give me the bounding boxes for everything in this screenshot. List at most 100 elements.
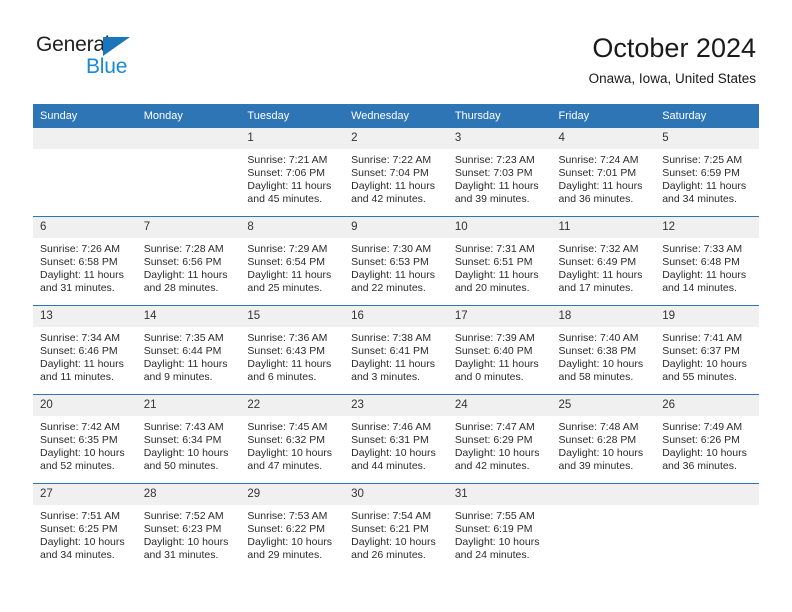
- day-detail-daylight1: Daylight: 10 hours: [40, 447, 125, 460]
- day-cell[interactable]: 13 Sunrise: 7:34 AM Sunset: 6:46 PM Dayligh…: [33, 306, 137, 394]
- day-number: 30: [344, 484, 448, 505]
- day-cell[interactable]: 29 Sunrise: 7:53 AM Sunset: 6:22 PM Dayligh…: [240, 484, 345, 572]
- day-details: Sunrise: 7:31 AM Sunset: 6:51 PM Daylight:…: [448, 238, 552, 295]
- day-cell[interactable]: 8 Sunrise: 7:29 AM Sunset: 6:54 PM Daylight…: [240, 217, 345, 305]
- day-cell[interactable]: 14 Sunrise: 7:35 AM Sunset: 6:44 PM Dayligh…: [136, 306, 241, 394]
- day-detail-daylight1: Daylight: 11 hours: [662, 180, 747, 193]
- day-detail-daylight1: Daylight: 11 hours: [454, 180, 539, 193]
- calendar-cell: 8 Sunrise: 7:29 AM Sunset: 6:54 PM Daylight…: [240, 216, 345, 306]
- day-detail-sunset: Sunset: 6:23 PM: [143, 523, 222, 536]
- day-cell[interactable]: 4 Sunrise: 7:24 AM Sunset: 7:01 PM Daylight…: [551, 128, 656, 216]
- day-cell[interactable]: 15 Sunrise: 7:36 AM Sunset: 6:43 PM Dayligh…: [240, 306, 345, 394]
- day-detail-sunset: Sunset: 6:25 PM: [40, 523, 118, 536]
- day-detail-daylight1: Daylight: 10 hours: [454, 447, 540, 460]
- calendar-cell: 23 Sunrise: 7:46 AM Sunset: 6:31 PM Dayligh…: [344, 394, 448, 484]
- day-cell[interactable]: 2 Sunrise: 7:22 AM Sunset: 7:04 PM Daylight…: [344, 128, 448, 216]
- calendar-week-row: 1 Sunrise: 7:21 AM Sunset: 7:06 PM Daylight…: [33, 128, 759, 217]
- calendar-cell: 12 Sunrise: 7:33 AM Sunset: 6:48 PM Dayligh…: [655, 216, 759, 306]
- calendar-cell: 20 Sunrise: 7:42 AM Sunset: 6:35 PM Dayligh…: [33, 394, 137, 484]
- day-details: Sunrise: 7:52 AM Sunset: 6:23 PM Daylight:…: [137, 505, 241, 562]
- weekday-header-wednesday: Wednesday: [344, 104, 448, 128]
- day-detail-daylight2: and 17 minutes.: [558, 282, 634, 295]
- day-cell[interactable]: 21 Sunrise: 7:43 AM Sunset: 6:34 PM Dayligh…: [136, 395, 241, 483]
- calendar-cell: 30 Sunrise: 7:54 AM Sunset: 6:21 PM Dayligh…: [344, 483, 448, 572]
- day-cell[interactable]: 16 Sunrise: 7:38 AM Sunset: 6:41 PM Dayligh…: [344, 306, 448, 394]
- day-detail-sunset: Sunset: 6:44 PM: [143, 345, 222, 358]
- day-detail-daylight1: Daylight: 10 hours: [40, 536, 125, 549]
- calendar-cell: 25 Sunrise: 7:48 AM Sunset: 6:28 PM Dayligh…: [551, 394, 656, 484]
- day-number: 11: [551, 217, 656, 238]
- day-cell[interactable]: 1 Sunrise: 7:21 AM Sunset: 7:06 PM Daylight…: [240, 128, 345, 216]
- day-detail-sunrise: Sunrise: 7:28 AM: [143, 243, 224, 255]
- calendar-cell: 21 Sunrise: 7:43 AM Sunset: 6:34 PM Dayligh…: [136, 394, 241, 484]
- day-detail-sunrise: Sunrise: 7:33 AM: [662, 243, 743, 255]
- day-detail-sunset: Sunset: 6:35 PM: [40, 434, 118, 447]
- calendar-cell: [33, 128, 137, 217]
- calendar-cell: 11 Sunrise: 7:32 AM Sunset: 6:49 PM Dayligh…: [551, 216, 656, 306]
- day-detail-daylight1: Daylight: 11 hours: [40, 269, 124, 282]
- day-detail-daylight1: Daylight: 10 hours: [351, 536, 436, 549]
- day-detail-daylight1: Daylight: 11 hours: [351, 269, 435, 282]
- day-cell[interactable]: 28 Sunrise: 7:52 AM Sunset: 6:23 PM Dayligh…: [136, 484, 241, 572]
- day-detail-daylight1: Daylight: 11 hours: [454, 269, 539, 282]
- day-detail-daylight1: Daylight: 11 hours: [558, 180, 643, 193]
- day-details: Sunrise: 7:51 AM Sunset: 6:25 PM Daylight:…: [33, 505, 137, 562]
- calendar-cell: [655, 483, 759, 572]
- weekday-header-saturday: Saturday: [655, 104, 759, 128]
- day-detail-sunrise: Sunrise: 7:23 AM: [454, 154, 535, 166]
- logo-text-general: General: [36, 33, 110, 56]
- logo-triangle-icon: [103, 37, 130, 56]
- calendar-cell: 10 Sunrise: 7:31 AM Sunset: 6:51 PM Dayligh…: [447, 216, 552, 306]
- day-detail-sunrise: Sunrise: 7:29 AM: [247, 243, 328, 255]
- day-detail-sunrise: Sunrise: 7:51 AM: [40, 510, 120, 522]
- day-cell[interactable]: 6 Sunrise: 7:26 AM Sunset: 6:58 PM Daylight…: [33, 217, 137, 305]
- calendar-cell: 4 Sunrise: 7:24 AM Sunset: 7:01 PM Daylight…: [551, 128, 656, 217]
- day-detail-daylight2: and 0 minutes.: [454, 371, 524, 384]
- day-detail-sunset: Sunset: 6:31 PM: [351, 434, 429, 447]
- day-cell[interactable]: 26 Sunrise: 7:49 AM Sunset: 6:26 PM Dayligh…: [655, 395, 759, 483]
- day-cell[interactable]: 31 Sunrise: 7:55 AM Sunset: 6:19 PM Dayligh…: [447, 484, 552, 572]
- day-detail-daylight1: Daylight: 10 hours: [558, 358, 644, 371]
- day-cell[interactable]: 9 Sunrise: 7:30 AM Sunset: 6:53 PM Daylight…: [344, 217, 448, 305]
- day-detail-sunrise: Sunrise: 7:22 AM: [351, 154, 432, 166]
- day-cell[interactable]: 11 Sunrise: 7:32 AM Sunset: 6:49 PM Dayligh…: [551, 217, 656, 305]
- day-detail-daylight2: and 22 minutes.: [351, 282, 426, 295]
- day-cell[interactable]: 18 Sunrise: 7:40 AM Sunset: 6:38 PM Dayligh…: [551, 306, 656, 394]
- day-cell[interactable]: 17 Sunrise: 7:39 AM Sunset: 6:40 PM Dayligh…: [447, 306, 552, 394]
- calendar-table: Sunday Monday Tuesday Wednesday Thursday…: [33, 104, 759, 572]
- day-details: Sunrise: 7:48 AM Sunset: 6:28 PM Daylight:…: [552, 416, 656, 473]
- day-cell[interactable]: 23 Sunrise: 7:46 AM Sunset: 6:31 PM Dayligh…: [344, 395, 448, 483]
- day-cell[interactable]: 19 Sunrise: 7:41 AM Sunset: 6:37 PM Dayligh…: [655, 306, 759, 394]
- weekday-header-tuesday: Tuesday: [240, 104, 345, 128]
- day-cell[interactable]: 30 Sunrise: 7:54 AM Sunset: 6:21 PM Dayligh…: [344, 484, 448, 572]
- calendar-cell: 27 Sunrise: 7:51 AM Sunset: 6:25 PM Dayligh…: [33, 483, 137, 572]
- day-detail-sunrise: Sunrise: 7:34 AM: [40, 332, 120, 344]
- day-cell[interactable]: 10 Sunrise: 7:31 AM Sunset: 6:51 PM Dayligh…: [447, 217, 552, 305]
- day-detail-daylight1: Daylight: 10 hours: [143, 447, 229, 460]
- day-cell[interactable]: 12 Sunrise: 7:33 AM Sunset: 6:48 PM Dayligh…: [655, 217, 759, 305]
- day-number: 17: [447, 306, 552, 327]
- day-cell[interactable]: 25 Sunrise: 7:48 AM Sunset: 6:28 PM Dayligh…: [551, 395, 656, 483]
- day-cell-empty: [551, 484, 656, 572]
- day-cell[interactable]: 20 Sunrise: 7:42 AM Sunset: 6:35 PM Dayligh…: [33, 395, 137, 483]
- calendar-cell: 14 Sunrise: 7:35 AM Sunset: 6:44 PM Dayligh…: [136, 305, 241, 395]
- day-cell[interactable]: 7 Sunrise: 7:28 AM Sunset: 6:56 PM Daylight…: [136, 217, 241, 305]
- day-number: 16: [344, 306, 448, 327]
- day-detail-sunset: Sunset: 6:51 PM: [454, 256, 533, 269]
- day-details: Sunrise: 7:21 AM Sunset: 7:06 PM Daylight:…: [240, 149, 344, 206]
- day-detail-sunrise: Sunrise: 7:36 AM: [247, 332, 328, 344]
- day-cell[interactable]: 3 Sunrise: 7:23 AM Sunset: 7:03 PM Daylight…: [447, 128, 552, 216]
- day-number: 23: [344, 395, 448, 416]
- calendar-cell: [551, 483, 656, 572]
- day-cell[interactable]: 5 Sunrise: 7:25 AM Sunset: 6:59 PM Daylight…: [655, 128, 759, 216]
- day-detail-daylight1: Daylight: 11 hours: [143, 269, 228, 282]
- day-cell[interactable]: 24 Sunrise: 7:47 AM Sunset: 6:29 PM Dayligh…: [447, 395, 552, 483]
- day-detail-daylight1: Daylight: 11 hours: [662, 269, 747, 282]
- day-number: 7: [136, 217, 241, 238]
- day-detail-daylight2: and 45 minutes.: [247, 193, 323, 206]
- day-number: 9: [344, 217, 448, 238]
- day-cell[interactable]: 22 Sunrise: 7:45 AM Sunset: 6:32 PM Dayligh…: [240, 395, 345, 483]
- calendar-cell: 1 Sunrise: 7:21 AM Sunset: 7:06 PM Daylight…: [240, 128, 345, 217]
- day-detail-daylight2: and 50 minutes.: [143, 460, 219, 473]
- day-cell[interactable]: 27 Sunrise: 7:51 AM Sunset: 6:25 PM Dayligh…: [33, 484, 137, 572]
